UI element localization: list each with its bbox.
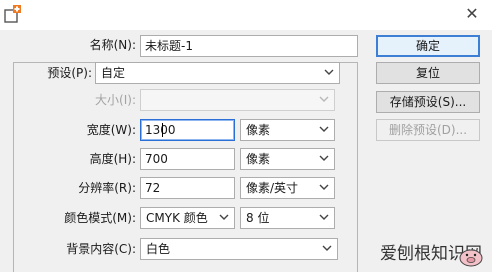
- name-input[interactable]: 未标题-1: [140, 35, 358, 57]
- resolution-unit-value: 像素/英寸: [246, 181, 299, 195]
- resolution-label: 分辨率(R):: [78, 181, 136, 195]
- width-unit-select[interactable]: 像素: [240, 119, 335, 141]
- preset-value: 自定: [101, 66, 126, 80]
- background-label: 背景内容(C):: [66, 242, 136, 256]
- chevron-down-icon: [319, 184, 329, 190]
- preset-label: 预设(P):: [47, 66, 92, 80]
- ok-button[interactable]: 确定: [376, 35, 480, 57]
- text-caret: [162, 123, 163, 137]
- save-preset-button[interactable]: 存储预设(S)...: [376, 91, 480, 113]
- resolution-unit-select[interactable]: 像素/英寸: [240, 177, 335, 199]
- height-input[interactable]: 700: [140, 148, 235, 170]
- delete-preset-button[interactable]: 删除预设(D)...: [376, 119, 480, 141]
- width-unit-value: 像素: [246, 123, 271, 137]
- background-value: 白色: [146, 242, 171, 256]
- height-unit-value: 像素: [246, 152, 271, 166]
- size-select[interactable]: [140, 89, 335, 111]
- title-bar: [0, 0, 492, 30]
- chevron-down-icon: [319, 96, 329, 102]
- close-icon[interactable]: ✕: [462, 4, 482, 24]
- width-value: 1300: [145, 123, 176, 137]
- color-mode-value: CMYK 颜色: [146, 211, 208, 225]
- height-label: 高度(H):: [89, 152, 136, 166]
- chevron-down-icon: [219, 214, 229, 220]
- background-select[interactable]: 白色: [140, 238, 338, 260]
- bit-depth-select[interactable]: 8 位: [240, 207, 335, 229]
- chevron-down-icon: [319, 126, 329, 132]
- chevron-down-icon: [319, 155, 329, 161]
- width-input[interactable]: 1300: [140, 119, 235, 141]
- new-document-icon: [3, 4, 25, 24]
- bit-depth-value: 8 位: [246, 211, 270, 225]
- width-label: 宽度(W):: [86, 123, 136, 137]
- reset-button[interactable]: 复位: [376, 62, 480, 84]
- watermark-pig-icon: [457, 247, 485, 267]
- chevron-down-icon: [319, 214, 329, 220]
- color-mode-select[interactable]: CMYK 颜色: [140, 207, 235, 229]
- chevron-down-icon: [322, 245, 332, 251]
- chevron-down-icon: [324, 69, 334, 75]
- color-mode-label: 颜色模式(M):: [64, 211, 136, 225]
- height-unit-select[interactable]: 像素: [240, 148, 335, 170]
- size-label: 大小(I):: [95, 93, 136, 107]
- resolution-input[interactable]: 72: [140, 177, 235, 199]
- preset-select[interactable]: 自定: [95, 62, 340, 84]
- name-label: 名称(N):: [89, 38, 136, 52]
